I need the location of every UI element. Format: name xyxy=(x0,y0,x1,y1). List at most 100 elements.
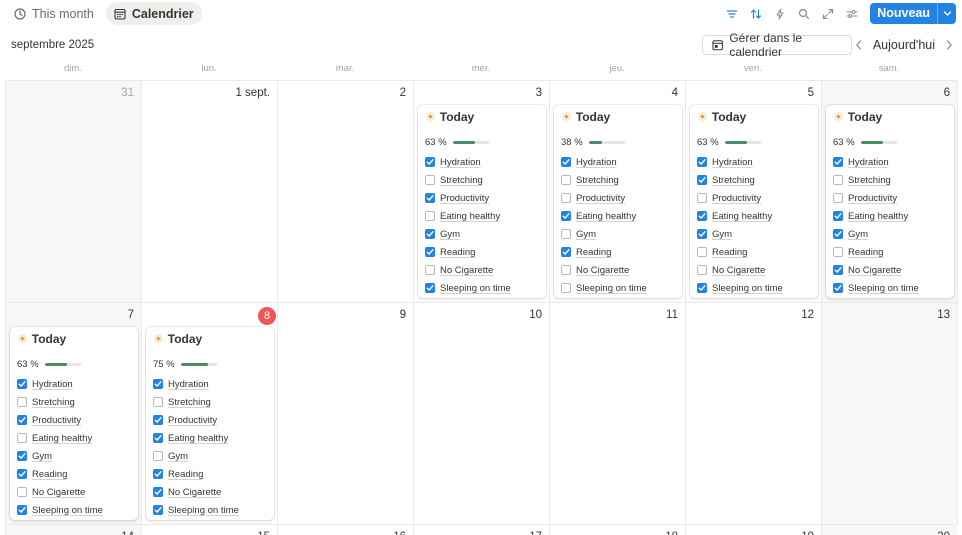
habit-checkbox[interactable] xyxy=(17,469,27,479)
habit-checkbox[interactable] xyxy=(153,487,163,497)
habit-label: Hydration xyxy=(440,156,481,168)
habit-checkbox[interactable] xyxy=(425,157,435,167)
progress-bar xyxy=(860,141,897,144)
chevron-right-icon[interactable] xyxy=(942,36,956,54)
manage-in-calendar-button[interactable]: Gérer dans le calendrier xyxy=(702,31,852,59)
calendar-day-cell[interactable]: 11 xyxy=(550,303,686,525)
weekday-label: mer. xyxy=(471,63,491,74)
habit-checkbox[interactable] xyxy=(425,247,435,257)
calendar-day-cell[interactable]: 31 xyxy=(6,81,142,303)
progress-bar xyxy=(588,141,625,144)
calendar-day-cell[interactable]: 13 xyxy=(822,303,958,525)
habit-checkbox[interactable] xyxy=(17,487,27,497)
habit-checkbox[interactable] xyxy=(17,415,27,425)
habit-checkbox[interactable] xyxy=(833,265,843,275)
habit-checkbox[interactable] xyxy=(153,505,163,515)
habit-checkbox[interactable] xyxy=(153,397,163,407)
habit-checkbox[interactable] xyxy=(697,229,707,239)
habit-checkbox[interactable] xyxy=(561,211,571,221)
habit-label: Reading xyxy=(168,468,204,480)
calendar-day-cell[interactable]: 17 xyxy=(414,525,550,535)
habit-checkbox[interactable] xyxy=(697,193,707,203)
calendar-day-cell[interactable]: 6 ☀ Today 63 % Hydration Stretching Productivi… xyxy=(822,81,958,303)
habit-checkbox[interactable] xyxy=(833,211,843,221)
habit-card[interactable]: ☀ Today 38 % Hydration Stretching Productivit… xyxy=(554,105,682,298)
new-button[interactable]: Nouveau xyxy=(870,3,956,24)
habit-checkbox[interactable] xyxy=(833,193,843,203)
calendar-day-cell[interactable]: 16 xyxy=(278,525,414,535)
habit-checkbox[interactable] xyxy=(561,175,571,185)
habit-checkbox[interactable] xyxy=(153,415,163,425)
habit-card[interactable]: ☀ Today 63 % Hydration Stretching Productivit… xyxy=(690,105,818,298)
habit-label: Hydration xyxy=(168,378,209,390)
calendar-day-cell[interactable]: 5 ☀ Today 63 % Hydration Stretching Productivi… xyxy=(686,81,822,303)
habit-checkbox[interactable] xyxy=(153,451,163,461)
habit-item: Reading xyxy=(425,243,511,261)
calendar-day-cell[interactable]: 19 xyxy=(686,525,822,535)
tab-this-month[interactable]: This month xyxy=(6,2,102,25)
chevron-down-icon[interactable] xyxy=(938,3,956,24)
habit-checkbox[interactable] xyxy=(833,247,843,257)
habit-checkbox[interactable] xyxy=(17,433,27,443)
habit-checkbox[interactable] xyxy=(697,175,707,185)
today-button[interactable]: Aujourd'hui xyxy=(872,38,936,52)
habit-checkbox[interactable] xyxy=(833,175,843,185)
habit-checkbox[interactable] xyxy=(17,379,27,389)
habit-checkbox[interactable] xyxy=(697,211,707,221)
habit-checkbox[interactable] xyxy=(153,379,163,389)
expand-icon[interactable] xyxy=(818,4,838,24)
calendar-day-cell[interactable]: 15 xyxy=(142,525,278,535)
progress-bar-fill xyxy=(860,141,884,144)
calendar-day-cell[interactable]: 4 ☀ Today 38 % Hydration Stretching Productivi… xyxy=(550,81,686,303)
calendar-day-cell[interactable]: 7 ☀ Today 63 % Hydration Stretching Productivi… xyxy=(6,303,142,525)
habit-checkbox[interactable] xyxy=(833,283,843,293)
calendar-day-cell[interactable]: 9 xyxy=(278,303,414,525)
habit-checkbox[interactable] xyxy=(17,451,27,461)
habit-checkbox[interactable] xyxy=(833,229,843,239)
habit-checkbox[interactable] xyxy=(833,157,843,167)
calendar-day-cell[interactable]: 14 xyxy=(6,525,142,535)
calendar-day-cell[interactable]: 8 ☀ Today 75 % Hydration Stretching Productivi… xyxy=(142,303,278,525)
habit-card[interactable]: ☀ Today 63 % Hydration Stretching Productivit… xyxy=(10,327,138,520)
habit-checkbox[interactable] xyxy=(425,175,435,185)
filter-icon[interactable] xyxy=(722,4,742,24)
sort-icon[interactable] xyxy=(746,4,766,24)
habit-checkbox[interactable] xyxy=(697,157,707,167)
calendar-day-cell[interactable]: 2 xyxy=(278,81,414,303)
habit-checkbox[interactable] xyxy=(561,193,571,203)
habit-card[interactable]: ☀ Today 75 % Hydration Stretching Productivit… xyxy=(146,327,274,520)
habit-label: Productivity xyxy=(712,192,762,204)
calendar-day-cell[interactable]: 12 xyxy=(686,303,822,525)
habit-checkbox[interactable] xyxy=(697,247,707,257)
habit-item: Gym xyxy=(697,225,783,243)
habit-checkbox[interactable] xyxy=(425,229,435,239)
habit-checkbox[interactable] xyxy=(425,211,435,221)
habit-card[interactable]: ☀ Today 63 % Hydration Stretching Productivit… xyxy=(418,105,546,298)
habit-checkbox[interactable] xyxy=(697,283,707,293)
search-icon[interactable] xyxy=(794,4,814,24)
calendar-day-cell[interactable]: 10 xyxy=(414,303,550,525)
habit-checkbox[interactable] xyxy=(561,157,571,167)
habit-checkbox[interactable] xyxy=(153,469,163,479)
chevron-left-icon[interactable] xyxy=(852,36,866,54)
lightning-icon[interactable] xyxy=(770,4,790,24)
habit-checkbox[interactable] xyxy=(561,265,571,275)
tab-calendrier[interactable]: Calendrier xyxy=(105,2,202,25)
habit-checkbox[interactable] xyxy=(561,247,571,257)
calendar-day-cell[interactable]: 3 ☀ Today 63 % Hydration Stretching Productivi… xyxy=(414,81,550,303)
habit-checkbox[interactable] xyxy=(17,505,27,515)
habit-checkbox[interactable] xyxy=(561,283,571,293)
habit-checkbox[interactable] xyxy=(153,433,163,443)
habit-checkbox[interactable] xyxy=(17,397,27,407)
calendar-day-cell[interactable]: 18 xyxy=(550,525,686,535)
habit-checkbox[interactable] xyxy=(425,193,435,203)
calendar-day-cell[interactable]: 20 xyxy=(822,525,957,535)
habit-checkbox[interactable] xyxy=(425,265,435,275)
habit-checkbox[interactable] xyxy=(561,229,571,239)
habit-card[interactable]: ☀ Today 63 % Hydration Stretching Productivit… xyxy=(826,105,954,298)
settings-sliders-icon[interactable] xyxy=(842,4,862,24)
day-number: 10 xyxy=(529,309,542,321)
habit-checkbox[interactable] xyxy=(425,283,435,293)
habit-checkbox[interactable] xyxy=(697,265,707,275)
calendar-day-cell[interactable]: 1 sept. xyxy=(142,81,278,303)
